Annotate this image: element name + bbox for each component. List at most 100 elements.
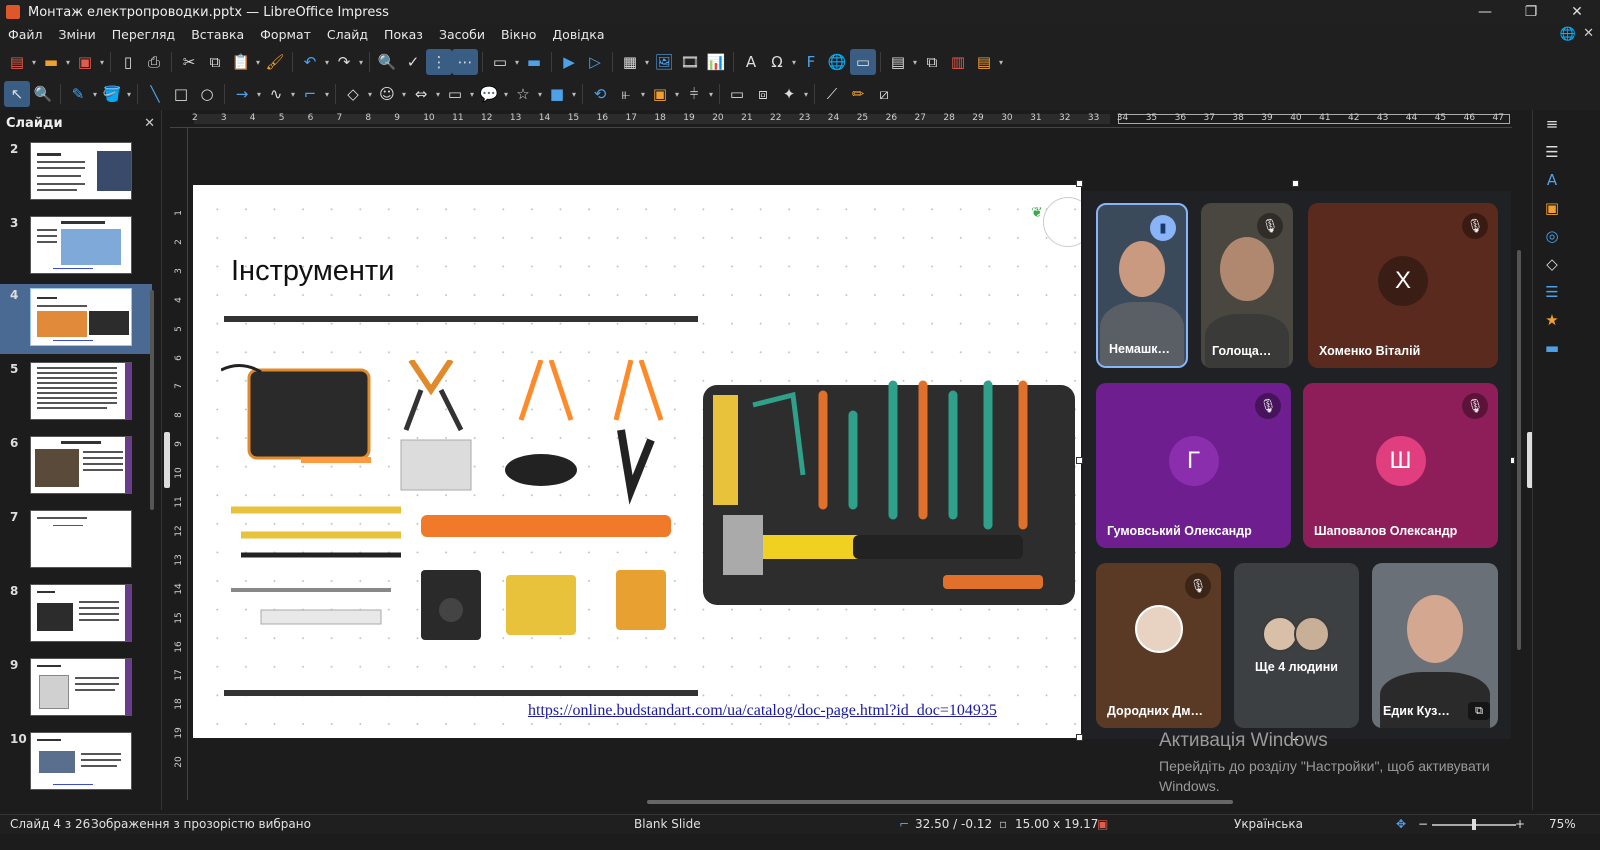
callouts-icon[interactable]: 💬 — [476, 81, 502, 107]
slide-thumbnail-2[interactable]: 2 — [0, 138, 152, 208]
ellipse-icon[interactable]: ○ — [194, 81, 220, 107]
slide-thumbnail-6[interactable]: 6 — [0, 432, 152, 502]
toggle-extrusion-icon[interactable]: ⧄ — [871, 81, 897, 107]
3d-objects-icon[interactable]: ■ — [544, 81, 570, 107]
clone-formatting-icon[interactable]: 🖌 — [262, 49, 288, 75]
menu-tools[interactable]: Засоби — [431, 24, 493, 46]
styles-icon[interactable]: A — [1533, 166, 1571, 194]
close-button[interactable]: ✕ — [1554, 0, 1600, 24]
table-dropdown-arrow[interactable]: ▾ — [643, 58, 651, 67]
flowchart-dropdown-arrow[interactable]: ▾ — [468, 90, 476, 99]
curves-dropdown-arrow[interactable]: ▾ — [289, 90, 297, 99]
menu-file[interactable]: Файл — [0, 24, 51, 46]
minimize-button[interactable]: — — [1462, 0, 1508, 24]
slide-thumbnail-4[interactable]: 4 — [0, 284, 152, 354]
block-arrows-icon[interactable]: ⇔ — [408, 81, 434, 107]
start-from-first-icon[interactable]: ▶ — [556, 49, 582, 75]
menu-help[interactable]: Довідка — [544, 24, 612, 46]
selection-handle[interactable] — [1292, 180, 1299, 187]
horizontal-ruler[interactable]: 2 3 4 5 6 7 8 9 10 11 12 13 14 15 16 17 18 19 20 21 22 23 24 25… — [170, 110, 1512, 128]
find-replace-icon[interactable]: 🔍 — [374, 49, 400, 75]
save-dropdown-arrow[interactable]: ▾ — [98, 58, 106, 67]
globe-icon[interactable]: 🌐 — [1560, 27, 1576, 42]
print-icon[interactable]: ⎙ — [141, 49, 167, 75]
filter-icon[interactable]: ✦ — [776, 81, 802, 107]
stars-dropdown-arrow[interactable]: ▾ — [536, 90, 544, 99]
menu-edit[interactable]: Зміни — [51, 24, 104, 46]
menu-slide[interactable]: Слайд — [319, 24, 376, 46]
slides-scrollbar[interactable] — [150, 290, 154, 510]
line-icon[interactable]: ╲ — [142, 81, 168, 107]
snap-to-grid-icon[interactable]: ⋯ — [452, 49, 478, 75]
animation-icon[interactable]: ★ — [1533, 306, 1571, 334]
flowchart-icon[interactable]: ▭ — [442, 81, 468, 107]
participant-tile[interactable]: Ще 4 людини — [1234, 563, 1359, 728]
undo-dropdown-arrow[interactable]: ▾ — [323, 58, 331, 67]
fill-color-icon[interactable]: 🪣 — [99, 81, 125, 107]
selection-handle[interactable] — [1076, 457, 1083, 464]
distribute-dropdown-arrow[interactable]: ▾ — [707, 90, 715, 99]
duplicate-slide-icon[interactable]: ⧉ — [919, 49, 945, 75]
fit-slide-icon[interactable]: ✥ — [1396, 817, 1406, 831]
filter-dropdown-arrow[interactable]: ▾ — [802, 90, 810, 99]
properties-icon[interactable]: ☰ — [1533, 138, 1571, 166]
participant-tile[interactable]: Едик Куз… ⧉ — [1372, 563, 1498, 728]
slide-thumbnail-7[interactable]: 7 — [0, 506, 152, 576]
participant-tile[interactable]: 🎙 Голоща… — [1201, 203, 1293, 368]
fontwork-icon[interactable]: F — [798, 49, 824, 75]
video-call-image[interactable]: ▮ Немашк… 🎙 Голоща… Х 🎙 Хоменко Віталій … — [1083, 191, 1511, 739]
connectors-dropdown-arrow[interactable]: ▾ — [323, 90, 331, 99]
shapes-dropdown-arrow[interactable]: ▾ — [366, 90, 374, 99]
master-slides-icon[interactable]: ▬ — [1533, 334, 1571, 362]
display-views-icon[interactable]: ▭ — [487, 49, 513, 75]
basic-shapes-icon[interactable]: ◇ — [340, 81, 366, 107]
layout-name[interactable]: Blank Slide — [634, 817, 701, 831]
participant-tile[interactable]: Х 🎙 Хоменко Віталій — [1308, 203, 1498, 368]
pip-icon[interactable]: ⧉ — [1468, 702, 1490, 720]
align-dropdown-arrow[interactable]: ▾ — [639, 90, 647, 99]
arrange-dropdown-arrow[interactable]: ▾ — [673, 90, 681, 99]
document-modified-icon[interactable]: ▣ — [1097, 817, 1108, 831]
language-status[interactable]: Українська — [1234, 817, 1303, 831]
selection-handle[interactable] — [1076, 734, 1083, 741]
new-dropdown-arrow[interactable]: ▾ — [30, 58, 38, 67]
line-color-icon[interactable]: ✎ — [65, 81, 91, 107]
participant-tile[interactable]: 🎙 Дородних Дм… — [1096, 563, 1221, 728]
zoom-pan-icon[interactable]: 🔍 — [30, 81, 56, 107]
slide-title[interactable]: Інструменти — [231, 255, 394, 288]
symbol-shapes-icon[interactable]: ☺ — [374, 81, 400, 107]
block-arrows-dropdown-arrow[interactable]: ▾ — [434, 90, 442, 99]
slide-layout-icon[interactable]: ▤ — [971, 49, 997, 75]
tools-collage-image[interactable] — [221, 360, 681, 660]
table-icon[interactable]: ▦ — [617, 49, 643, 75]
3d-dropdown-arrow[interactable]: ▾ — [570, 90, 578, 99]
points-icon[interactable]: ⟋ — [819, 81, 845, 107]
connectors-icon[interactable]: ⌐ — [297, 81, 323, 107]
special-char-dropdown-arrow[interactable]: ▾ — [790, 58, 798, 67]
new-slide-icon[interactable]: ▤ — [885, 49, 911, 75]
slide-thumbnail-3[interactable]: 3 — [0, 212, 152, 282]
cut-icon[interactable]: ✂ — [176, 49, 202, 75]
glue-points-icon[interactable]: ✏ — [845, 81, 871, 107]
select-icon[interactable]: ↖ — [4, 81, 30, 107]
spelling-icon[interactable]: ✓ — [400, 49, 426, 75]
master-slide-icon[interactable]: ▬ — [521, 49, 547, 75]
crop-image-icon[interactable]: ⧈ — [750, 81, 776, 107]
show-comments-icon[interactable]: ▭ — [850, 49, 876, 75]
display-grid-icon[interactable]: ⋮ — [426, 49, 452, 75]
menu-format[interactable]: Формат — [252, 24, 319, 46]
delete-slide-icon[interactable]: ▥ — [945, 49, 971, 75]
zoom-level[interactable]: 75% — [1549, 817, 1576, 831]
export-pdf-icon[interactable]: ▯ — [115, 49, 141, 75]
tool-kit-image[interactable] — [703, 375, 1075, 615]
slides-list[interactable]: 2 3 4 5 6 7 8 9 10 — [0, 138, 152, 810]
symbols-dropdown-arrow[interactable]: ▾ — [400, 90, 408, 99]
maximize-button[interactable]: ❐ — [1508, 0, 1554, 24]
zoom-out-button[interactable]: − — [1418, 817, 1428, 831]
stars-icon[interactable]: ☆ — [510, 81, 536, 107]
menu-view[interactable]: Перегляд — [104, 24, 183, 46]
lines-arrows-icon[interactable]: → — [229, 81, 255, 107]
text-box-icon[interactable]: A — [738, 49, 764, 75]
slide-thumbnail-9[interactable]: 9 — [0, 654, 152, 724]
gallery-icon[interactable]: ▣ — [1533, 194, 1571, 222]
